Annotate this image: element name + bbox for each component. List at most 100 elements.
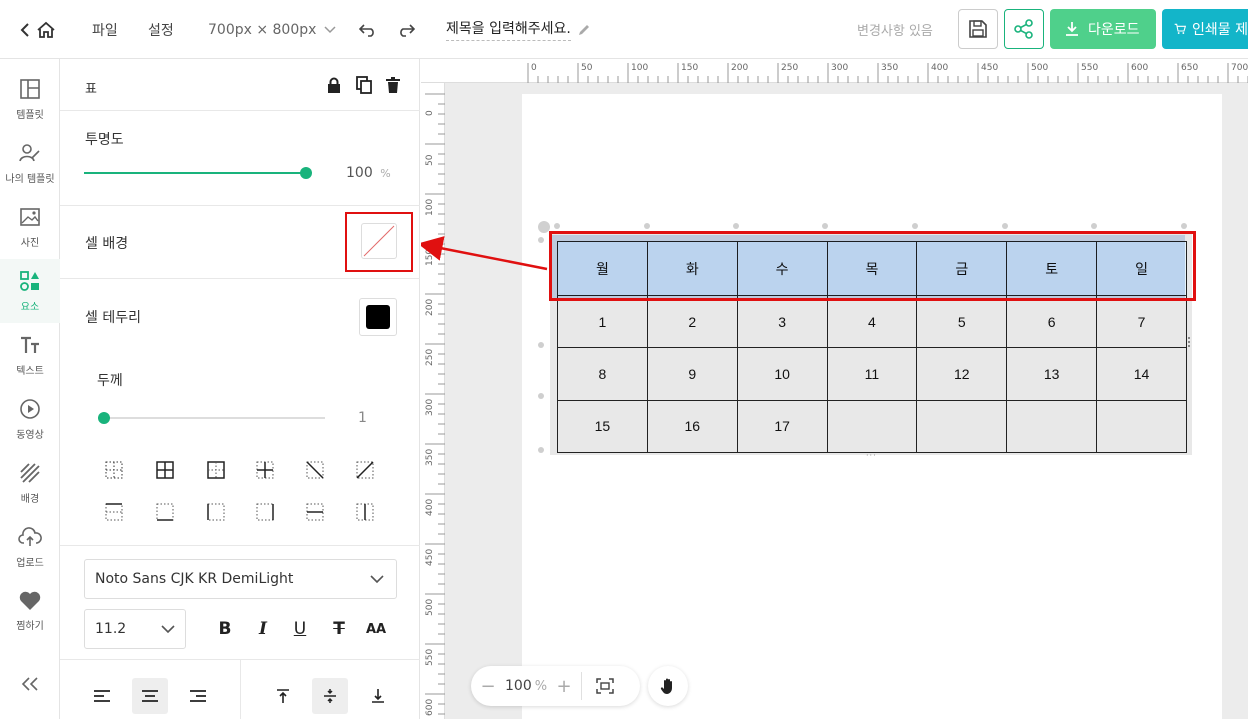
table-row[interactable]: 8 9 10 11 12 13 14 xyxy=(557,347,1187,401)
menu-file[interactable]: 파일 xyxy=(92,0,118,59)
redo-button[interactable] xyxy=(394,0,418,59)
back-home-button[interactable] xyxy=(16,0,60,59)
table-row[interactable]: 1234567 xyxy=(557,295,1187,349)
table-cell[interactable]: 11 xyxy=(826,347,918,401)
table-cell[interactable]: 13 xyxy=(1006,347,1098,401)
opacity-slider[interactable] xyxy=(84,165,312,181)
table-cell[interactable]: 15 xyxy=(557,399,648,454)
table-cell[interactable] xyxy=(826,399,918,454)
border-all-icon[interactable] xyxy=(156,461,174,479)
right-resize-grip[interactable] xyxy=(1188,337,1190,347)
column-handle[interactable] xyxy=(1002,223,1008,229)
table-cell[interactable]: 1 xyxy=(557,295,648,349)
collapse-sidebar-button[interactable] xyxy=(0,669,60,705)
thickness-slider-handle[interactable] xyxy=(98,412,110,424)
opacity-slider-handle[interactable] xyxy=(300,167,312,179)
font-family-select[interactable]: Noto Sans CJK KR DemiLight xyxy=(84,559,397,599)
table-row[interactable]: 15 16 17 xyxy=(557,399,1187,454)
table-cell[interactable]: 16 xyxy=(646,399,738,454)
border-bottom-icon[interactable] xyxy=(105,503,123,521)
save-button[interactable] xyxy=(958,9,998,49)
align-right-button[interactable] xyxy=(180,678,216,714)
ruler-left-label: 600 xyxy=(425,698,435,716)
row-handle[interactable] xyxy=(538,447,544,453)
border-horizontal-icon[interactable] xyxy=(306,503,324,521)
duplicate-button[interactable] xyxy=(354,75,374,95)
valign-top-button[interactable] xyxy=(265,678,301,714)
table-cell[interactable]: 3 xyxy=(736,295,828,349)
border-top-icon[interactable] xyxy=(156,503,174,521)
column-handle[interactable] xyxy=(822,223,828,229)
table-cell[interactable]: 14 xyxy=(1096,347,1187,401)
row-handle[interactable] xyxy=(538,393,544,399)
download-icon xyxy=(1066,22,1078,36)
row-handle[interactable] xyxy=(538,342,544,348)
table-cell[interactable]: 7 xyxy=(1096,295,1187,349)
strikethrough-button[interactable]: T xyxy=(321,611,357,647)
trash-icon xyxy=(386,77,400,93)
font-size-select[interactable]: 11.2 xyxy=(84,609,186,649)
undo-button[interactable] xyxy=(356,0,380,59)
column-handle[interactable] xyxy=(644,223,650,229)
fit-screen-button[interactable] xyxy=(582,678,628,694)
table-cell[interactable]: 4 xyxy=(826,295,918,349)
canvas-size-select[interactable]: 700px × 800px xyxy=(208,0,336,59)
italic-button[interactable]: I xyxy=(245,611,281,647)
table-cell[interactable]: 17 xyxy=(736,399,828,454)
zoom-out-button[interactable]: − xyxy=(471,676,505,697)
column-handle[interactable] xyxy=(1181,223,1187,229)
title-input[interactable]: 제목을 입력해주세요. xyxy=(446,0,591,59)
nav-item-template[interactable]: 템플릿 xyxy=(0,67,60,131)
column-handle[interactable] xyxy=(912,223,918,229)
share-button[interactable] xyxy=(1004,9,1044,49)
border-right-icon[interactable] xyxy=(256,503,274,521)
column-handle[interactable] xyxy=(733,223,739,229)
table-cell[interactable]: 10 xyxy=(736,347,828,401)
border-inner-icon[interactable] xyxy=(256,461,274,479)
table-cell[interactable] xyxy=(916,399,1008,454)
valign-middle-button[interactable] xyxy=(312,678,348,714)
nav-item-video[interactable]: 동영상 xyxy=(0,387,60,451)
menu-settings[interactable]: 설정 xyxy=(148,0,174,59)
underline-button[interactable]: U xyxy=(282,611,318,647)
nav-item-upload[interactable]: 업로드 xyxy=(0,515,60,579)
nav-item-background[interactable]: 배경 xyxy=(0,451,60,515)
border-outer-icon[interactable] xyxy=(207,461,225,479)
pan-tool-button[interactable] xyxy=(648,666,688,706)
table-cell[interactable]: 12 xyxy=(916,347,1008,401)
column-handle[interactable] xyxy=(554,223,560,229)
delete-button[interactable] xyxy=(383,75,403,95)
column-handle[interactable] xyxy=(1091,223,1097,229)
lock-button[interactable] xyxy=(324,75,344,95)
align-center-button[interactable] xyxy=(132,678,168,714)
bold-button[interactable]: B xyxy=(207,611,243,647)
diagonal-down-icon[interactable] xyxy=(306,461,324,479)
valign-bottom-button[interactable] xyxy=(360,678,396,714)
table-cell[interactable]: 6 xyxy=(1006,295,1098,349)
table-cell[interactable] xyxy=(1096,399,1187,454)
text-case-button[interactable]: AA xyxy=(358,611,394,647)
nav-item-elements[interactable]: 요소 xyxy=(0,259,60,323)
bottom-resize-grip[interactable]: ··· xyxy=(866,451,877,460)
print-order-button[interactable]: 인쇄물 제 xyxy=(1162,9,1248,49)
align-left-button[interactable] xyxy=(84,678,120,714)
table-cell[interactable]: 2 xyxy=(646,295,738,349)
nav-item-favorites[interactable]: 찜하기 xyxy=(0,579,60,643)
canvas-workspace[interactable]: 0 50 100 150 200 250 300 350 400 450 500 550 600 650 7… xyxy=(421,59,1248,719)
table-cell[interactable]: 9 xyxy=(646,347,738,401)
thickness-slider[interactable] xyxy=(98,410,325,426)
border-left-icon[interactable] xyxy=(207,503,225,521)
zoom-in-button[interactable]: + xyxy=(547,676,581,697)
diagonal-up-icon[interactable] xyxy=(356,461,374,479)
table-cell[interactable]: 8 xyxy=(557,347,648,401)
download-button[interactable]: 다운로드 xyxy=(1050,9,1156,49)
table-cell[interactable] xyxy=(1006,399,1098,454)
cell-border-color-swatch[interactable] xyxy=(359,298,397,336)
nav-item-my-template[interactable]: 나의 템플릿 xyxy=(0,131,60,195)
border-none-icon[interactable] xyxy=(105,461,123,479)
border-vertical-icon[interactable] xyxy=(356,503,374,521)
nav-item-photo[interactable]: 사진 xyxy=(0,195,60,259)
table-cell[interactable]: 5 xyxy=(916,295,1008,349)
zoom-value[interactable]: 100 xyxy=(505,678,532,694)
nav-item-text[interactable]: 텍스트 xyxy=(0,323,60,387)
